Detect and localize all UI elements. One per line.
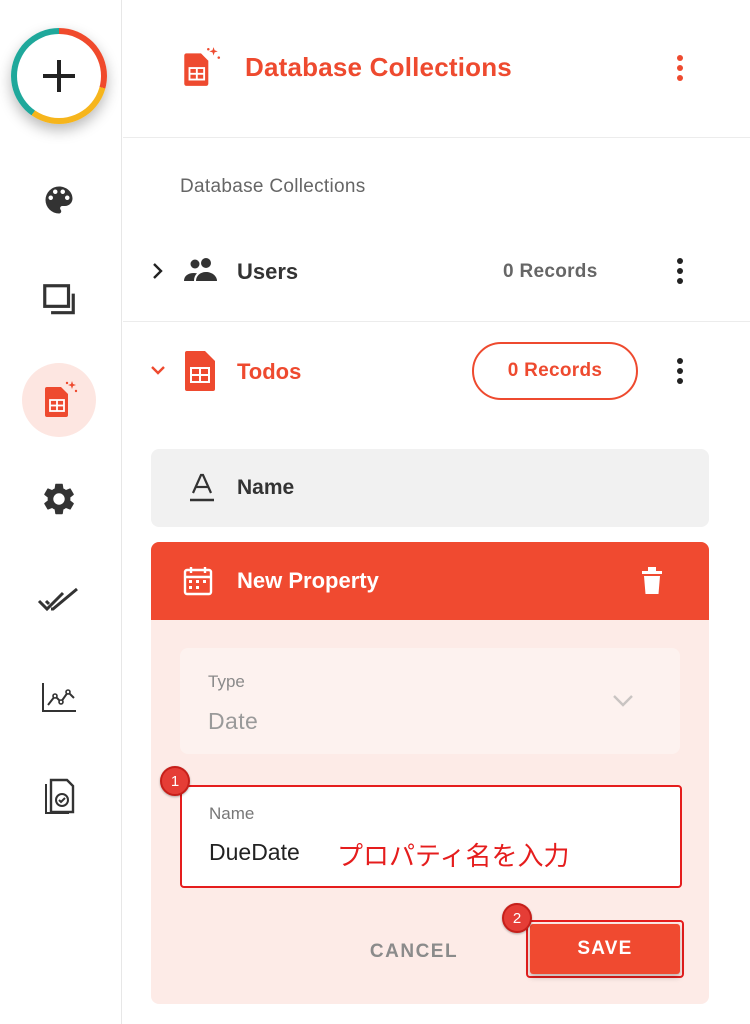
chevron-right-icon[interactable] [151, 262, 165, 280]
trash-icon[interactable] [641, 567, 663, 595]
step-badge-1: 1 [160, 766, 190, 796]
name-value: DueDate [209, 839, 300, 865]
spreadsheet-sparkle-icon [45, 381, 78, 417]
spreadsheet-sparkle-icon [184, 47, 221, 86]
name-label: Name [209, 804, 255, 823]
sidebar-item-tasks[interactable] [22, 563, 96, 637]
type-label: Type [208, 672, 245, 691]
new-property-header: New Property [151, 542, 709, 620]
new-property-card: New Property Type Date Name DueDate プロパテ… [151, 542, 709, 1004]
sidebar-item-database[interactable] [22, 363, 96, 437]
chevron-down-icon [613, 695, 633, 707]
collection-row-users[interactable]: Users 0 Records [123, 230, 750, 322]
double-check-icon [37, 587, 78, 612]
text-format-icon [190, 473, 214, 502]
sidebar-rail [0, 0, 122, 1024]
type-value: Date [208, 708, 259, 734]
property-item-name[interactable]: Name [151, 449, 709, 527]
save-button[interactable]: SAVE [530, 924, 680, 974]
layers-icon [43, 284, 75, 315]
sidebar-item-documents[interactable] [22, 761, 96, 835]
users-icon [184, 258, 217, 281]
gear-icon [44, 483, 74, 515]
palette-icon [45, 186, 73, 214]
sidebar-item-pages[interactable] [22, 263, 96, 337]
collection-label: Users [237, 259, 299, 284]
sidebar-item-theme[interactable] [22, 163, 96, 237]
chevron-down-icon[interactable] [150, 365, 166, 377]
page-title: Database Collections [245, 52, 512, 82]
collection-label: Todos [237, 359, 302, 384]
name-input[interactable]: Name DueDate プロパティ名を入力 [180, 785, 682, 888]
new-property-title: New Property [237, 568, 379, 593]
section-label: Database Collections [180, 176, 366, 197]
users-more-button[interactable] [675, 258, 685, 284]
add-button-face [17, 34, 101, 118]
sidebar-item-analytics[interactable] [22, 661, 96, 735]
plus-icon [43, 60, 75, 92]
spreadsheet-icon [185, 351, 215, 391]
name-annotation: プロパティ名を入力 [337, 841, 570, 871]
type-select[interactable]: Type Date [180, 648, 680, 754]
add-button[interactable] [11, 28, 107, 124]
todos-more-button[interactable] [675, 358, 685, 384]
property-label: Name [237, 476, 295, 499]
header: Database Collections [123, 0, 750, 138]
chart-line-icon [42, 683, 76, 712]
sidebar-item-settings[interactable] [22, 462, 96, 536]
header-more-button[interactable] [675, 55, 685, 81]
records-count: 0 Records [503, 261, 598, 282]
collection-row-todos[interactable]: Todos 0 Records [123, 323, 750, 423]
calendar-icon [183, 567, 213, 596]
cancel-button[interactable]: CANCEL [359, 932, 469, 972]
records-count-badge[interactable]: 0 Records [472, 342, 638, 400]
step-badge-2: 2 [502, 903, 532, 933]
document-check-icon [45, 778, 75, 814]
